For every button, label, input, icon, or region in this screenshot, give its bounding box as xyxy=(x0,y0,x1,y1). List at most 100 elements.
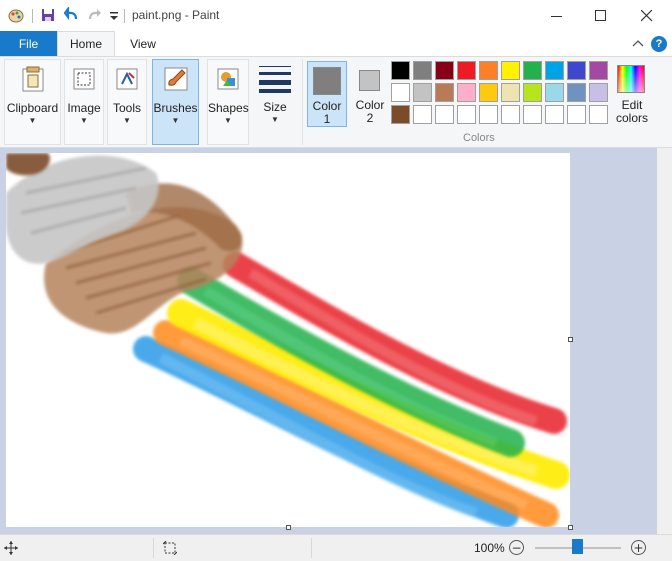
drawing-canvas[interactable] xyxy=(6,153,570,527)
plus-icon: + xyxy=(633,540,644,555)
tab-view[interactable]: View xyxy=(115,31,171,56)
image-group[interactable]: Image ▼ xyxy=(64,59,104,145)
redo-icon[interactable] xyxy=(86,7,102,23)
help-icon[interactable]: ? xyxy=(651,36,667,52)
color-swatch[interactable] xyxy=(457,105,476,124)
color-swatch[interactable] xyxy=(391,105,410,124)
image-select-icon xyxy=(73,68,95,90)
selection-size-icon xyxy=(163,541,177,555)
shapes-icon xyxy=(217,68,239,90)
size-button[interactable]: Size ▼ xyxy=(252,59,298,145)
zoom-slider-thumb[interactable] xyxy=(572,539,583,554)
window-title: paint.png - Paint xyxy=(132,8,220,22)
color-swatch[interactable] xyxy=(413,105,432,124)
zoom-level: 100% xyxy=(474,541,505,555)
color1-label: Color 1 xyxy=(312,99,342,126)
color-swatch[interactable] xyxy=(457,83,476,102)
status-divider xyxy=(311,538,312,558)
workspace xyxy=(0,148,672,534)
status-bar: 100% − + xyxy=(0,534,672,561)
canvas-artwork xyxy=(6,153,570,527)
image-label: Image xyxy=(67,101,101,115)
resize-handle-corner[interactable] xyxy=(568,525,573,530)
resize-handle-right[interactable] xyxy=(568,337,573,342)
clipboard-group[interactable]: Clipboard ▼ xyxy=(4,59,61,145)
collapse-ribbon-icon[interactable] xyxy=(632,39,644,49)
chevron-down-icon: ▼ xyxy=(271,115,279,124)
line-size-icon xyxy=(259,66,291,93)
color-swatch[interactable] xyxy=(479,61,498,80)
resize-handle-bottom[interactable] xyxy=(286,525,291,530)
color-swatch[interactable] xyxy=(545,105,564,124)
chevron-down-icon: ▼ xyxy=(123,116,131,125)
customize-quick-access-icon[interactable] xyxy=(106,7,122,23)
maximize-icon xyxy=(595,9,606,21)
color-swatch[interactable] xyxy=(589,61,608,80)
minimize-button[interactable] xyxy=(534,0,580,31)
tools-label: Tools xyxy=(112,101,141,115)
shapes-group[interactable]: Shapes ▼ xyxy=(207,59,249,145)
minimize-icon xyxy=(551,15,562,17)
shapes-label: Shapes xyxy=(208,101,249,115)
color-swatch[interactable] xyxy=(457,61,476,80)
tab-home[interactable]: Home xyxy=(57,31,115,56)
zoom-in-button[interactable]: + xyxy=(631,540,646,555)
color2-button[interactable]: Color 2 xyxy=(350,61,390,127)
brush-icon xyxy=(164,67,187,91)
edit-colors-button[interactable]: Edit colors xyxy=(612,61,652,127)
color-swatch[interactable] xyxy=(567,61,586,80)
color-swatch[interactable] xyxy=(501,61,520,80)
color-swatch[interactable] xyxy=(523,61,542,80)
brushes-label: Brushes xyxy=(153,101,198,115)
chevron-down-icon: ▼ xyxy=(224,116,232,125)
color-swatch[interactable] xyxy=(501,83,520,102)
color-swatch[interactable] xyxy=(479,83,498,102)
vertical-scrollbar[interactable] xyxy=(657,148,672,534)
ribbon-tabs: File Home View ? xyxy=(0,31,672,56)
minus-icon: − xyxy=(511,540,522,555)
edit-colors-icon xyxy=(617,65,645,93)
color-swatch[interactable] xyxy=(545,61,564,80)
brushes-group[interactable]: Brushes ▼ xyxy=(152,59,199,145)
close-icon xyxy=(641,9,653,21)
tools-icon xyxy=(116,68,138,90)
undo-icon[interactable] xyxy=(64,7,80,23)
color-swatch[interactable] xyxy=(567,105,586,124)
color-swatch[interactable] xyxy=(435,105,454,124)
clipboard-icon xyxy=(22,66,43,92)
color-swatch[interactable] xyxy=(545,83,564,102)
title-separator xyxy=(32,9,33,23)
color-swatch[interactable] xyxy=(435,61,454,80)
color-swatch[interactable] xyxy=(391,61,410,80)
tab-file[interactable]: File xyxy=(0,31,57,56)
color-swatch[interactable] xyxy=(413,61,432,80)
color-swatch[interactable] xyxy=(567,83,586,102)
paint-app-icon[interactable] xyxy=(8,7,24,23)
chevron-down-icon: ▼ xyxy=(28,116,37,125)
color-swatch[interactable] xyxy=(523,83,542,102)
color1-swatch xyxy=(313,67,341,95)
ribbon: Clipboard ▼ Image ▼ Tools ▼ Brushes ▼ Sh… xyxy=(0,56,672,148)
color-swatch[interactable] xyxy=(391,83,410,102)
zoom-out-button[interactable]: − xyxy=(509,540,524,555)
tools-group[interactable]: Tools ▼ xyxy=(107,59,147,145)
save-icon[interactable] xyxy=(40,7,56,23)
color-swatch[interactable] xyxy=(435,83,454,102)
color-swatch[interactable] xyxy=(501,105,520,124)
cursor-position-icon xyxy=(4,541,18,555)
colors-group-label: Colors xyxy=(463,132,495,144)
title-separator xyxy=(124,9,125,23)
title-bar: paint.png - Paint xyxy=(0,0,672,31)
color1-button[interactable]: Color 1 xyxy=(307,61,347,127)
chevron-down-icon: ▼ xyxy=(80,116,88,125)
color-swatch[interactable] xyxy=(589,83,608,102)
color-swatch[interactable] xyxy=(479,105,498,124)
close-button[interactable] xyxy=(624,0,670,31)
color2-swatch xyxy=(359,70,380,91)
color-swatch[interactable] xyxy=(589,105,608,124)
color-swatch[interactable] xyxy=(523,105,542,124)
color-swatch[interactable] xyxy=(413,83,432,102)
ribbon-separator xyxy=(302,59,303,145)
clipboard-label: Clipboard xyxy=(6,101,59,115)
maximize-button[interactable] xyxy=(578,0,624,31)
